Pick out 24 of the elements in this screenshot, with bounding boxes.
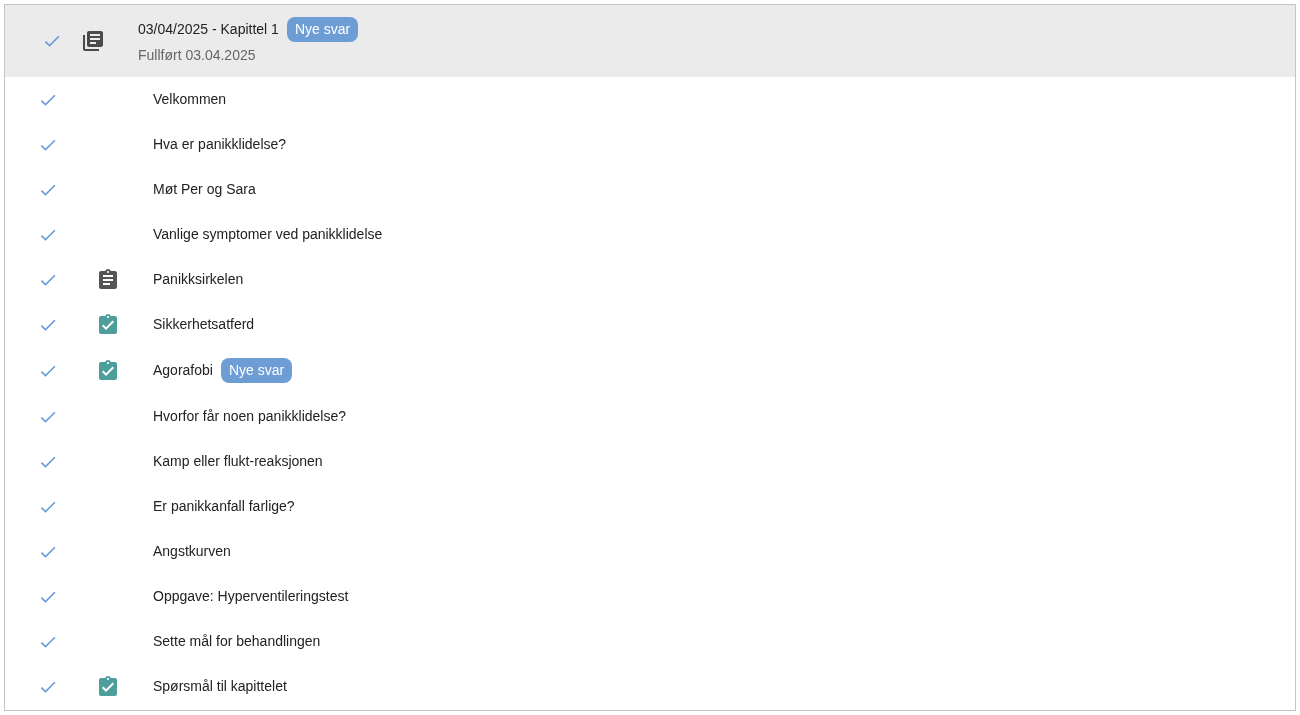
- chapter-header[interactable]: 03/04/2025 - Kapittel 1 Nye svar Fullført 03.04.2025: [5, 5, 1295, 77]
- new-answers-badge: Nye svar: [220, 358, 293, 383]
- clipboard-check-icon: [96, 674, 120, 699]
- lesson-link[interactable]: Hva er panikklidelse?: [153, 134, 287, 155]
- lesson-link[interactable]: Møt Per og Sara: [153, 179, 256, 200]
- lesson-link[interactable]: Spørsmål til kapittelet: [153, 676, 287, 697]
- lesson-link[interactable]: Agorafobi: [153, 360, 213, 381]
- lesson-link[interactable]: Panikksirkelen: [153, 269, 244, 290]
- new-answers-badge: Nye svar: [286, 16, 359, 42]
- lesson-link[interactable]: Angstkurven: [153, 541, 231, 562]
- lesson-link[interactable]: Sikkerhetsatferd: [153, 314, 255, 335]
- clipboard-icon: [96, 267, 120, 292]
- lesson-link[interactable]: Er panikkanfall farlige?: [153, 496, 295, 517]
- lesson-link[interactable]: Vanlige symptomer ved panikklidelse: [153, 224, 383, 245]
- lesson-link[interactable]: Kamp eller flukt-reaksjonen: [153, 451, 323, 472]
- lesson-link[interactable]: Velkommen: [153, 89, 227, 110]
- clipboard-check-icon: [96, 312, 120, 337]
- lesson-link[interactable]: Hvorfor får noen panikklidelse?: [153, 406, 346, 427]
- completion-date: Fullført 03.04.2025: [138, 45, 257, 65]
- lesson-link[interactable]: Sette mål for behandlingen: [153, 631, 321, 652]
- chapter-title: 03/04/2025 - Kapittel 1: [138, 19, 279, 39]
- lesson-link[interactable]: Oppgave: Hyperventileringstest: [153, 586, 349, 607]
- library-icon: [81, 29, 105, 53]
- clipboard-check-icon: [96, 358, 120, 383]
